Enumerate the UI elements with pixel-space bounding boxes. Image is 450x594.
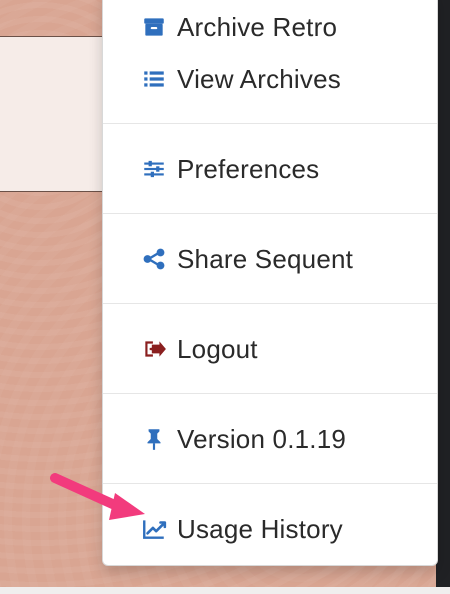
menu-item-label: Logout bbox=[177, 333, 258, 364]
menu-item-view-archives[interactable]: View Archives bbox=[141, 61, 341, 97]
sliders-icon bbox=[141, 156, 167, 182]
menu-item-label: View Archives bbox=[177, 63, 341, 94]
menu-item-archive-retro[interactable]: Archive Retro bbox=[141, 9, 337, 45]
menu-item-label: Usage History bbox=[177, 513, 343, 544]
menu-divider bbox=[103, 483, 437, 484]
menu-divider bbox=[103, 303, 437, 304]
archive-box-icon bbox=[141, 14, 167, 40]
menu-item-label: Version 0.1.19 bbox=[177, 423, 347, 454]
menu-divider bbox=[103, 393, 437, 394]
bottom-edge bbox=[0, 587, 450, 594]
menu-item-logout[interactable]: Logout bbox=[141, 331, 258, 367]
menu-item-preferences[interactable]: Preferences bbox=[141, 151, 319, 187]
menu-item-label: Archive Retro bbox=[177, 11, 338, 42]
menu-divider bbox=[103, 123, 437, 124]
menu-item-version: Version 0.1.19 bbox=[141, 421, 346, 457]
share-nodes-icon bbox=[141, 246, 167, 272]
menu-divider bbox=[103, 213, 437, 214]
menu-item-label: Share Sequent bbox=[177, 243, 354, 274]
window-edge bbox=[436, 0, 450, 594]
background-card bbox=[0, 36, 110, 192]
logout-icon bbox=[141, 336, 167, 362]
line-chart-icon bbox=[141, 516, 167, 542]
menu-item-label: Preferences bbox=[177, 153, 320, 184]
menu-item-usage-history[interactable]: Usage History bbox=[141, 511, 343, 547]
dropdown-menu: Archive Retro View Archives Preferences … bbox=[102, 0, 438, 566]
list-icon bbox=[141, 66, 167, 92]
pin-icon bbox=[141, 426, 167, 452]
menu-item-share-sequent[interactable]: Share Sequent bbox=[141, 241, 353, 277]
